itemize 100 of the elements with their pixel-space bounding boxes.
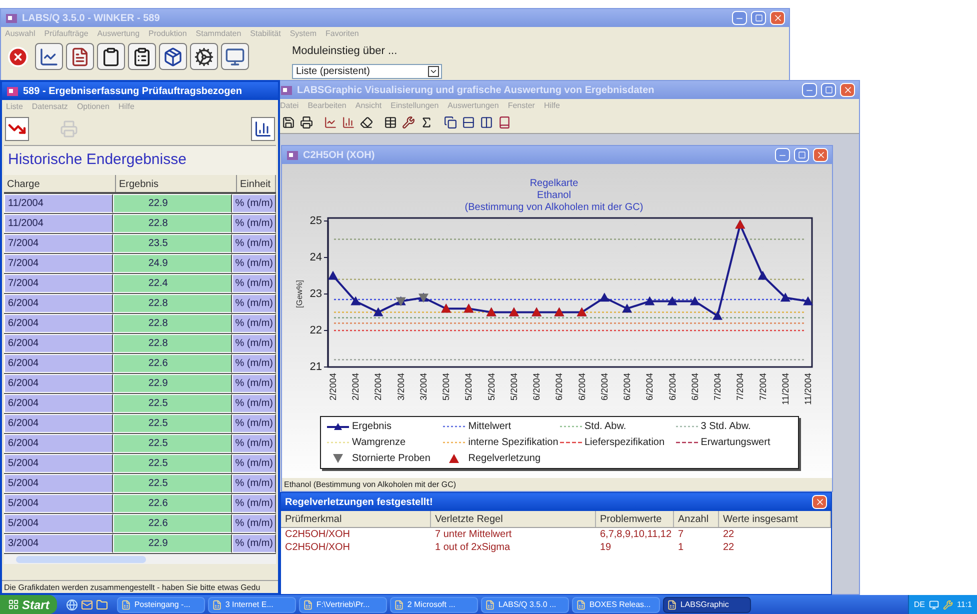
maximize-button[interactable] <box>794 148 809 162</box>
table-cell: % (m/m) <box>232 434 276 453</box>
bar-chart-button[interactable] <box>340 114 356 130</box>
document-button[interactable] <box>66 43 94 70</box>
taskbar-button[interactable]: LABS/Q 3.5.0 ... <box>481 596 570 612</box>
monitor-icon <box>225 46 245 66</box>
taskbar-button[interactable]: F:\Vertrieb\Pr... <box>299 596 388 612</box>
column-header[interactable]: Einheit <box>237 175 276 192</box>
tile-horizontal-button[interactable] <box>460 114 476 130</box>
window-title: 589 - Ergebniserfassung Prüfauftragsbezogen <box>23 84 242 98</box>
menu-item[interactable]: Einstellungen <box>390 100 439 112</box>
mail-icon[interactable] <box>81 598 94 610</box>
folder-icon[interactable] <box>96 598 108 610</box>
column-header[interactable]: Werte insgesamt <box>719 511 831 527</box>
column-header[interactable]: Verletzte Regel <box>431 511 596 527</box>
legend-label: Wamgrenze <box>352 436 406 450</box>
menu-item[interactable]: Favoriten <box>326 28 359 40</box>
menu-item[interactable]: Auswertung <box>97 28 140 40</box>
minimize-button[interactable] <box>775 148 790 162</box>
menu-item[interactable]: Auswahl <box>5 28 36 40</box>
monitor-button[interactable] <box>221 43 249 70</box>
close-button[interactable] <box>770 11 785 25</box>
cascade-button[interactable] <box>442 114 458 130</box>
app-icon <box>5 12 18 24</box>
box-button[interactable] <box>159 43 187 70</box>
table-cell: 22.8 <box>113 334 232 353</box>
app-icon <box>286 148 299 162</box>
menu-item[interactable]: Bearbeiten <box>308 100 346 112</box>
menu-item[interactable]: Fenster <box>508 100 535 112</box>
tile-vertical-button[interactable] <box>478 114 494 130</box>
x-tick-label: 5/2004 <box>508 373 519 401</box>
column-header[interactable]: Prüfmerkmal <box>281 511 431 527</box>
line-chart-button[interactable] <box>322 114 338 130</box>
x-tick-label: 5/2004 <box>441 373 452 401</box>
data-point-marker <box>350 296 361 306</box>
x-tick-label: 2/2004 <box>373 373 384 401</box>
legend-label: Erwartungswert <box>700 436 770 450</box>
app-icon <box>394 600 404 610</box>
table-cell: 7/2004 <box>4 254 114 273</box>
menu-item[interactable]: Auswertungen <box>448 100 499 112</box>
table-cell: 7/2004 <box>4 234 114 253</box>
maximize-button[interactable] <box>751 11 766 25</box>
menu-item[interactable]: Hilfe <box>544 100 560 112</box>
clock: 11:1 <box>957 598 972 610</box>
column-header[interactable]: Ergebnis <box>116 175 237 192</box>
x-tick-label: 2/2004 <box>350 373 361 401</box>
table-button[interactable] <box>382 114 398 130</box>
menu-item[interactable]: System <box>290 28 316 40</box>
clipboard-button[interactable] <box>97 43 125 70</box>
taskbar-button[interactable]: Posteingang -... <box>117 596 206 612</box>
table-cell-text: 7 <box>677 528 685 541</box>
data-point-marker <box>712 310 723 320</box>
maximize-button[interactable] <box>821 83 836 97</box>
save-button[interactable] <box>280 114 296 130</box>
menu-item[interactable]: Produktion <box>148 28 187 40</box>
x-tick-label: 7/2004 <box>758 373 768 401</box>
taskbar-button[interactable]: BOXES Releas... <box>572 596 660 612</box>
table-cell: 3/2004 <box>4 534 114 553</box>
table-cell: 22.9 <box>113 194 232 213</box>
close-icon <box>842 85 852 95</box>
chart-button[interactable] <box>251 117 275 141</box>
taskbar-button[interactable]: 2 Microsoft ... <box>390 596 478 612</box>
app-icon <box>576 600 586 610</box>
menu-item[interactable]: Ansicht <box>355 100 382 112</box>
gear-button[interactable] <box>190 43 218 70</box>
close-button[interactable] <box>812 495 827 509</box>
chart-button[interactable] <box>35 43 63 70</box>
table-cell: 22.8 <box>113 294 232 313</box>
menu-item[interactable]: Optionen <box>76 100 110 112</box>
close-button[interactable] <box>840 83 855 97</box>
arrow-button[interactable] <box>5 117 29 141</box>
column-header[interactable]: Anzahl <box>674 511 719 527</box>
close-button[interactable] <box>813 148 828 162</box>
print-button[interactable] <box>298 114 314 130</box>
column-header[interactable]: Problemwerte <box>596 511 674 527</box>
taskbar-button[interactable]: LABSGraphic <box>663 596 752 612</box>
tray-icon <box>929 600 940 610</box>
menu-item[interactable]: Prüfaufträge <box>44 28 88 40</box>
table-cell: % (m/m) <box>232 474 276 493</box>
browser-icon[interactable] <box>66 598 78 610</box>
menu-item[interactable]: Hilfe <box>118 100 134 112</box>
wrench-button[interactable] <box>400 114 416 130</box>
horizontal-scrollbar[interactable] <box>4 554 276 564</box>
menu-item[interactable]: Liste <box>6 100 23 112</box>
menu-item[interactable]: Datensatz <box>32 100 68 112</box>
clipboard-list-button[interactable] <box>128 43 156 70</box>
column-header[interactable]: Charge <box>4 175 116 192</box>
menu-item[interactable]: Datei <box>280 100 299 112</box>
start-button[interactable]: Start <box>0 595 58 614</box>
taskbar-button[interactable]: 3 Internet E... <box>208 596 296 612</box>
menu-item[interactable]: Stammdaten <box>196 28 242 40</box>
module-dropdown[interactable]: Liste (persistent) <box>292 64 442 78</box>
status-bar: Ethanol (Bestimmung von Alkoholen mit der GC) <box>282 478 832 491</box>
print-icon <box>60 120 78 138</box>
minimize-button[interactable] <box>802 83 817 97</box>
table-cell-text: 1 <box>677 541 685 554</box>
eraser-button[interactable] <box>358 114 374 130</box>
x-tick-label: 2/2004 <box>328 373 338 401</box>
minimize-button[interactable] <box>732 11 747 25</box>
menu-item[interactable]: Stabilität <box>250 28 281 40</box>
